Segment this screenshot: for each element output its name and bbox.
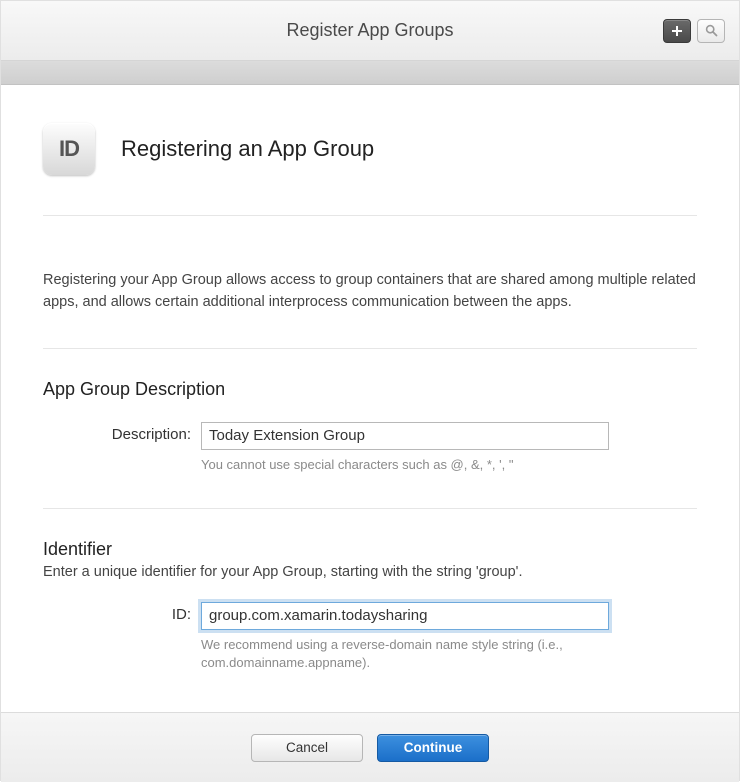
header-title: Register App Groups xyxy=(1,20,739,41)
search-icon xyxy=(705,24,718,37)
description-hint: You cannot use special characters such a… xyxy=(201,456,609,474)
description-section-title: App Group Description xyxy=(43,379,697,400)
sub-header-bar xyxy=(1,61,739,85)
main-content: ID Registering an App Group Registering … xyxy=(1,85,739,706)
header-actions xyxy=(663,19,725,43)
description-input[interactable] xyxy=(201,422,609,450)
page-title: Registering an App Group xyxy=(121,136,374,162)
plus-icon xyxy=(671,25,683,37)
cancel-button[interactable]: Cancel xyxy=(251,734,363,762)
identifier-field-row: ID: We recommend using a reverse-domain … xyxy=(43,602,697,672)
identifier-section: Identifier Enter a unique identifier for… xyxy=(43,509,697,706)
identifier-label: ID: xyxy=(43,602,201,623)
identifier-section-sub: Enter a unique identifier for your App G… xyxy=(43,564,697,580)
search-button[interactable] xyxy=(697,19,725,43)
identifier-hint: We recommend using a reverse-domain name… xyxy=(201,636,609,672)
intro-text: Registering your App Group allows access… xyxy=(43,216,697,349)
continue-button[interactable]: Continue xyxy=(377,734,489,762)
footer-bar: Cancel Continue xyxy=(1,712,739,782)
page-heading: ID Registering an App Group xyxy=(43,85,697,216)
description-field-row: Description: You cannot use special char… xyxy=(43,422,697,474)
id-icon: ID xyxy=(43,123,95,175)
description-label: Description: xyxy=(43,422,201,443)
identifier-input[interactable] xyxy=(201,602,609,630)
identifier-section-title: Identifier xyxy=(43,539,697,560)
add-button[interactable] xyxy=(663,19,691,43)
description-section: App Group Description Description: You c… xyxy=(43,349,697,509)
header-bar: Register App Groups xyxy=(1,1,739,61)
